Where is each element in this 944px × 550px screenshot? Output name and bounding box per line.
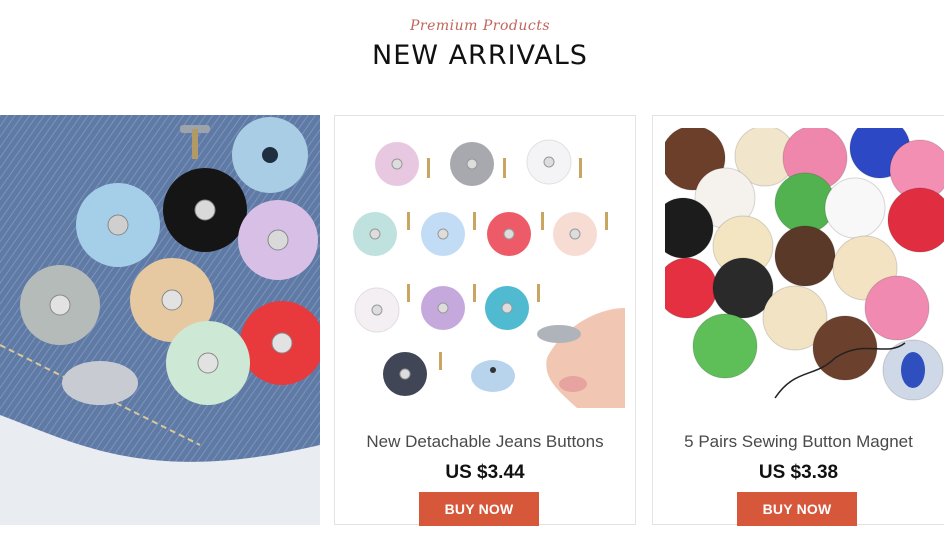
buy-now-button[interactable]: BUY NOW: [737, 492, 857, 526]
hero-banner-image[interactable]: [0, 115, 320, 525]
product-card[interactable]: New Detachable Jeans Buttons US $3.44 BU…: [334, 115, 636, 526]
product-image[interactable]: [665, 128, 944, 408]
product-price: US $3.38: [758, 462, 839, 483]
product-price: US $3.44: [445, 462, 525, 483]
section-header: Premium Products NEW ARRIVALS: [0, 0, 944, 110]
product-image[interactable]: [347, 128, 625, 408]
buy-now-button[interactable]: BUY NOW: [419, 492, 539, 526]
jeans-buttons-illustration: [0, 115, 320, 525]
jeans-buttons-grid-illustration: [347, 128, 625, 408]
product-card[interactable]: 5 Pairs Sewing Button Magnet US $3.38 BU…: [652, 115, 944, 526]
product-name[interactable]: 5 Pairs Sewing Button Magnet: [653, 432, 944, 452]
section-subtitle: Premium Products: [409, 18, 551, 34]
magnet-buttons-illustration: [665, 128, 944, 408]
product-name[interactable]: New Detachable Jeans Buttons: [335, 432, 635, 452]
section-title: NEW ARRIVALS: [372, 40, 588, 71]
